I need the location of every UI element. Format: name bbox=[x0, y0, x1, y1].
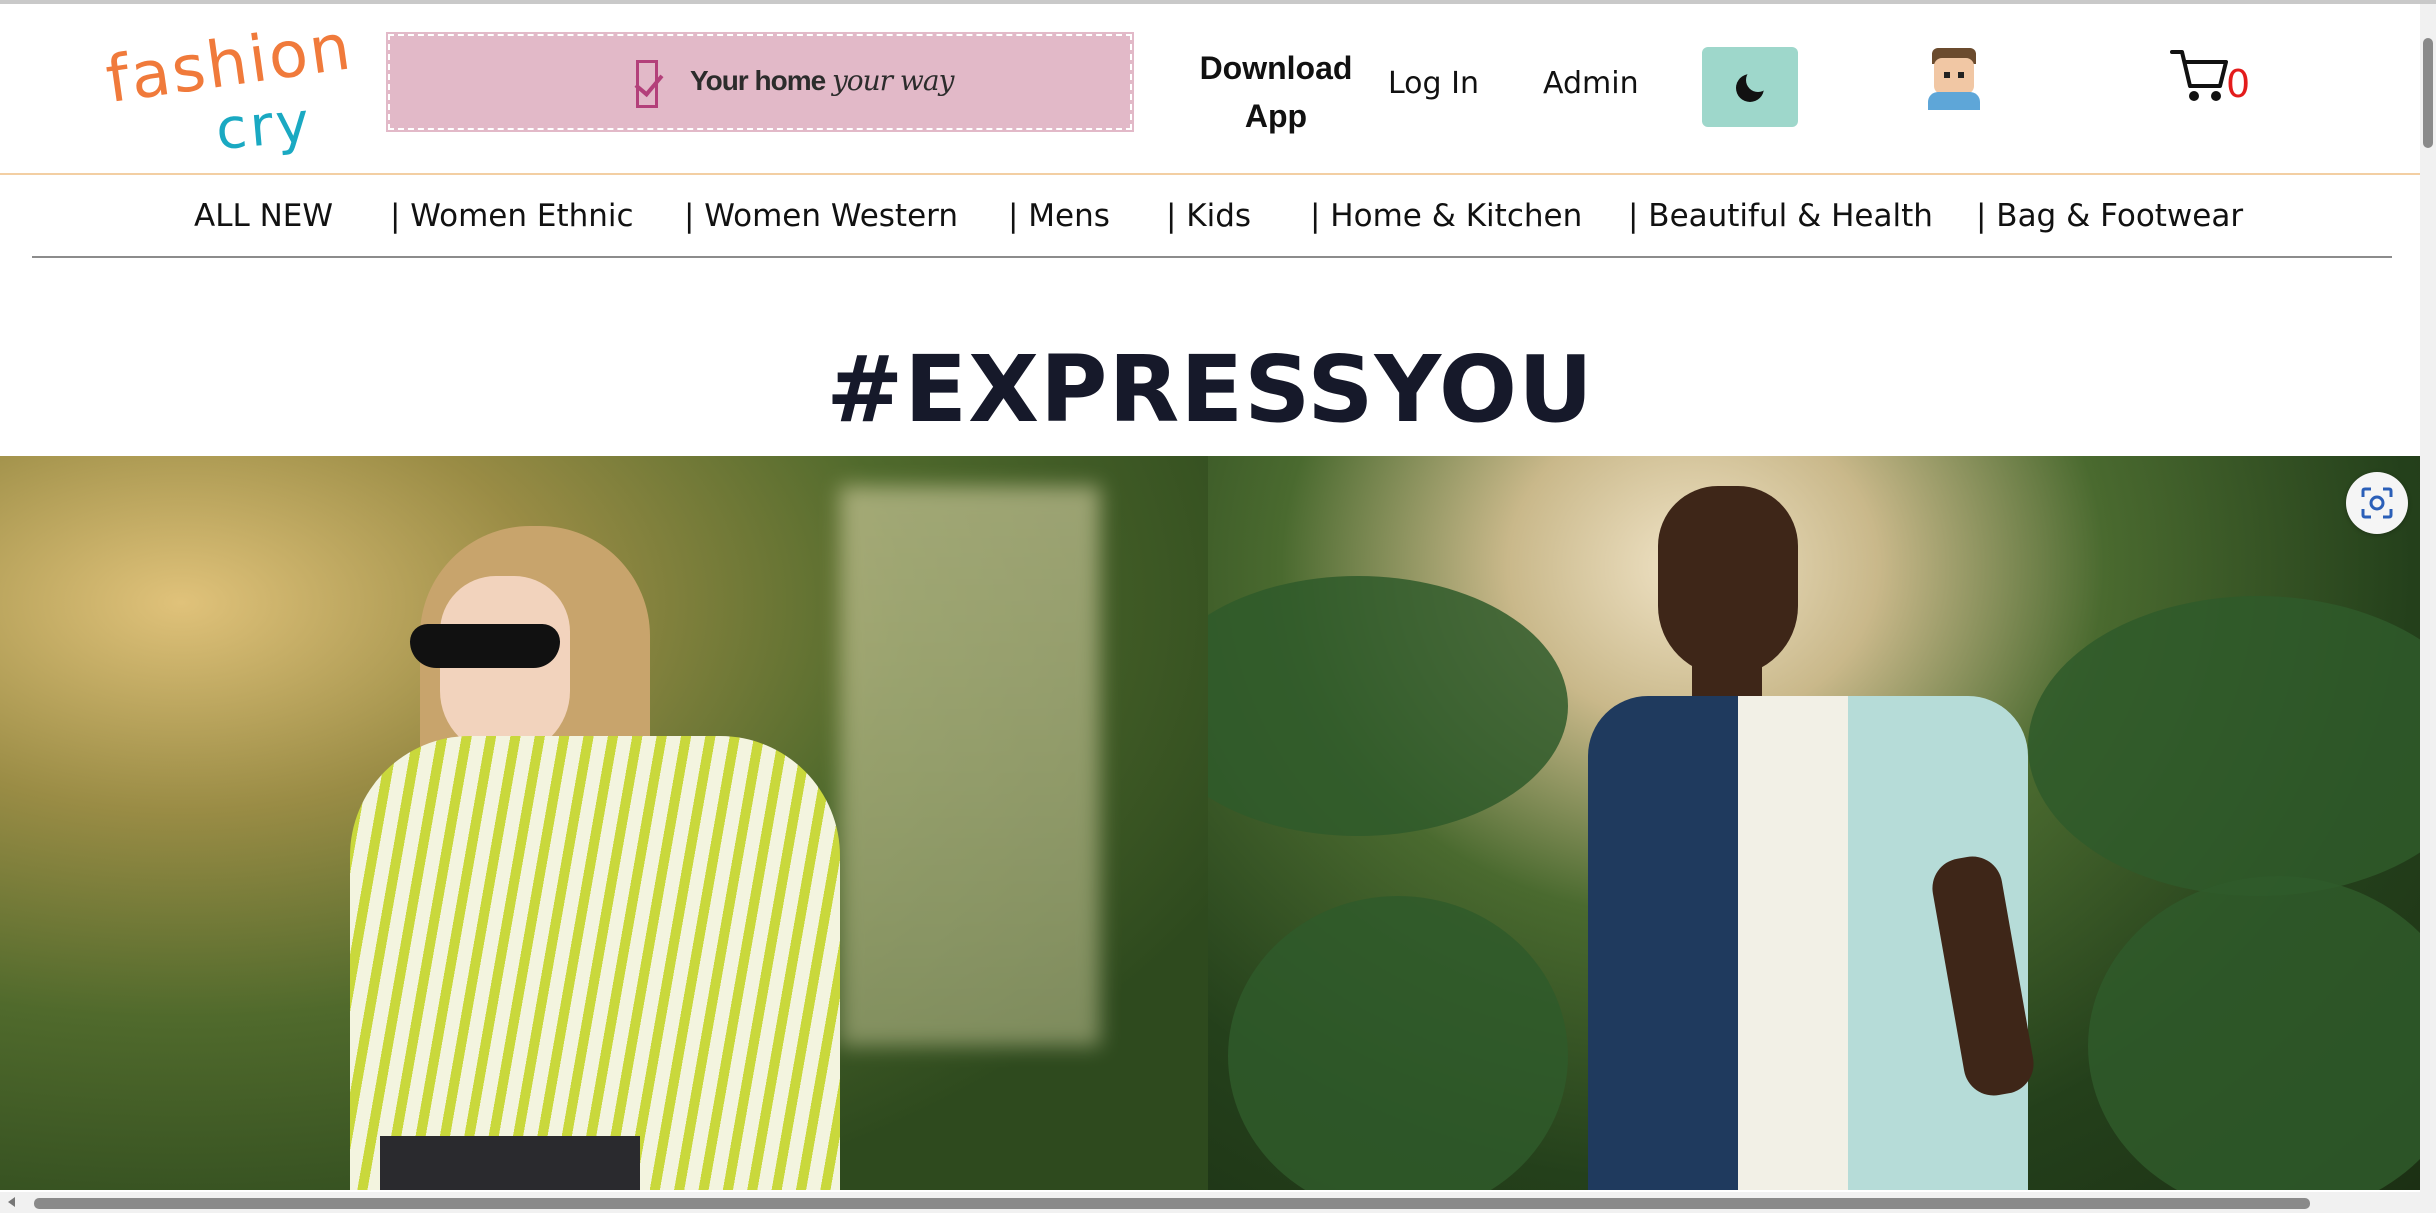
nav-item-kids[interactable]: | Kids bbox=[1166, 198, 1251, 234]
site-header: fashion cry Your home your way Download … bbox=[0, 4, 2420, 175]
logo-word-cry: cry bbox=[213, 89, 315, 164]
nav-item-beautiful-health[interactable]: | Beautiful & Health bbox=[1628, 198, 1933, 234]
admin-link[interactable]: Admin bbox=[1543, 66, 1639, 101]
vertical-scrollbar-thumb[interactable] bbox=[2423, 38, 2433, 148]
banner-text: Your home bbox=[690, 65, 826, 96]
nav-item-all-new[interactable]: ALL NEW bbox=[194, 198, 333, 234]
striped-shirt bbox=[350, 736, 840, 1190]
cart-count: 0 bbox=[2226, 62, 2251, 106]
visual-search-button[interactable] bbox=[2346, 472, 2408, 534]
palm-frond bbox=[1208, 576, 1568, 836]
palm-frond bbox=[2028, 596, 2420, 896]
avatar-face bbox=[1934, 58, 1974, 94]
download-app-link[interactable]: Download App bbox=[1188, 44, 1364, 140]
vertical-scrollbar[interactable] bbox=[2420, 4, 2436, 1192]
avatar-eye-left bbox=[1944, 72, 1950, 78]
hero-image-men[interactable] bbox=[1208, 456, 2420, 1190]
visual-search-icon bbox=[2361, 487, 2393, 519]
nav-item-home-kitchen[interactable]: | Home & Kitchen bbox=[1310, 198, 1582, 234]
nav-item-mens[interactable]: | Mens bbox=[1008, 198, 1110, 234]
sunglasses bbox=[410, 624, 560, 668]
palm-frond bbox=[1228, 896, 1568, 1190]
site-logo[interactable]: fashion cry bbox=[102, 10, 372, 163]
avatar[interactable] bbox=[1926, 48, 1982, 110]
horizontal-scrollbar[interactable] bbox=[0, 1192, 2436, 1213]
checkbox-icon bbox=[636, 60, 658, 108]
cart-button[interactable]: 0 bbox=[2170, 48, 2260, 108]
promo-banner[interactable]: Your home your way bbox=[386, 32, 1134, 132]
moon-icon bbox=[1736, 68, 1770, 102]
palm-frond bbox=[2088, 876, 2420, 1190]
hero-title: #EXPRESSYOU bbox=[826, 336, 1594, 443]
banner-text-script: your way bbox=[831, 64, 954, 97]
nav-item-bag-footwear[interactable]: | Bag & Footwear bbox=[1976, 198, 2243, 234]
model-jeans bbox=[380, 1136, 640, 1190]
avatar-eye-right bbox=[1958, 72, 1964, 78]
banner-tagline: Your home your way bbox=[690, 64, 954, 97]
model-head bbox=[1658, 486, 1798, 676]
nav-item-women-ethnic[interactable]: | Women Ethnic bbox=[390, 198, 634, 234]
nav-item-women-western[interactable]: | Women Western bbox=[684, 198, 958, 234]
cart-icon bbox=[2170, 50, 2228, 101]
theme-toggle-button[interactable] bbox=[1702, 47, 1798, 127]
hero-bg-glow bbox=[840, 486, 1100, 1046]
category-nav: ALL NEW | Women Ethnic | Women Western |… bbox=[32, 176, 2392, 258]
scroll-left-arrow-icon[interactable] bbox=[8, 1197, 15, 1207]
shirt-panel-navy bbox=[1588, 696, 1738, 1190]
horizontal-scrollbar-thumb[interactable] bbox=[34, 1198, 2310, 1209]
shirt-panel-cream bbox=[1738, 696, 1848, 1190]
avatar-body bbox=[1928, 92, 1980, 110]
hero-image-women[interactable] bbox=[0, 456, 1208, 1190]
login-link[interactable]: Log In bbox=[1388, 66, 1479, 101]
